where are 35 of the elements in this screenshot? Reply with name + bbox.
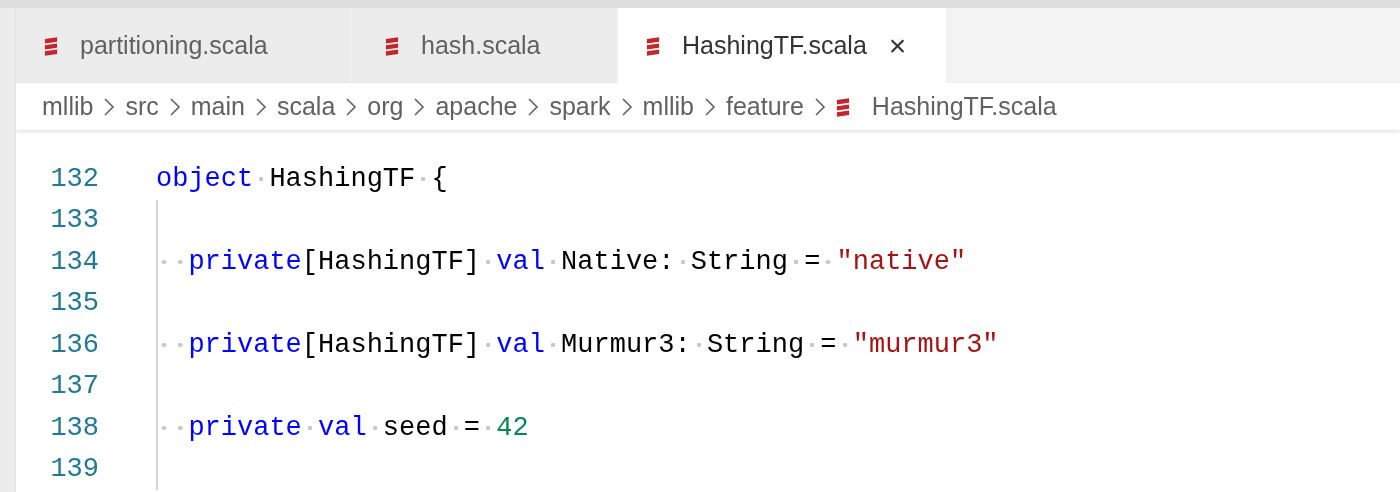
chevron-icon <box>813 95 826 118</box>
breadcrumb-item[interactable]: mllib <box>642 92 694 121</box>
chevron-icon <box>254 95 267 118</box>
breadcrumb-item[interactable]: src <box>125 92 159 121</box>
breadcrumb-item[interactable]: apache <box>435 92 518 121</box>
editor-tab[interactable]: HashingTF.scala × <box>618 8 947 83</box>
chevron-icon <box>527 95 540 118</box>
line-number: 138 <box>49 412 99 443</box>
breadcrumb-item[interactable]: feature <box>726 92 804 121</box>
code-line: private val seed = 42 <box>156 412 529 443</box>
line-number: 135 <box>49 288 99 319</box>
code-line: private[HashingTF] val Native: String = "native" <box>156 246 967 277</box>
code-line: object HashingTF { <box>156 163 448 194</box>
chevron-icon <box>704 95 716 118</box>
chevron-icon <box>168 95 181 118</box>
code-line: private[HashingTF] val Murmur3: String = "murmur3" <box>156 329 999 360</box>
breadcrumb-item[interactable]: main <box>190 92 245 121</box>
breadcrumb-item[interactable]: HashingTF.scala <box>835 92 1057 121</box>
line-number: 136 <box>49 329 99 360</box>
line-number: 134 <box>49 246 99 277</box>
close-button[interactable]: × <box>888 30 907 61</box>
line-number: 132 <box>49 163 99 194</box>
chevron-icon <box>620 95 633 118</box>
editor-tab[interactable]: partitioning.scala <box>16 8 352 83</box>
chevron-icon <box>345 95 358 118</box>
chevron-icon <box>103 95 116 118</box>
line-number: 139 <box>49 454 99 485</box>
editor-tab[interactable]: hash.scala <box>352 8 618 83</box>
breadcrumb-item[interactable]: mllib <box>42 92 94 121</box>
breadcrumb-item[interactable]: org <box>367 92 404 121</box>
breadcrumb-item[interactable]: spark <box>549 92 611 121</box>
breadcrumb-item[interactable]: scala <box>276 92 336 121</box>
line-number: 133 <box>49 205 99 236</box>
line-number: 137 <box>49 371 99 402</box>
chevron-icon <box>413 95 426 118</box>
